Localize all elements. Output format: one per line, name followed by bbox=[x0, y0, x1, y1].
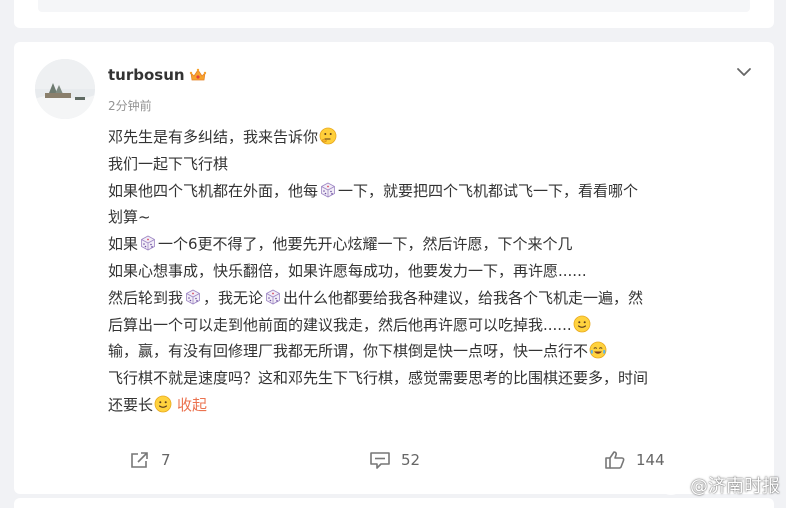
comment-text: 如果他四个飞机都在外面，他每 bbox=[108, 181, 319, 200]
like-count: 144 bbox=[636, 451, 665, 469]
dice-icon bbox=[320, 180, 336, 198]
next-post-card bbox=[14, 498, 774, 508]
tears-of-joy-icon bbox=[589, 341, 607, 359]
avatar[interactable] bbox=[35, 59, 95, 119]
watermark-text: @济南时报 bbox=[690, 476, 780, 497]
comment-card: turbosun 2分钟前 邓先生是有多纠结，我来告诉你 我们一起下飞行棋如果他四… bbox=[14, 42, 774, 494]
username[interactable]: turbosun bbox=[108, 66, 207, 84]
share-button[interactable]: 7 bbox=[129, 450, 171, 470]
slight-smile-icon bbox=[154, 395, 172, 413]
comment-icon bbox=[370, 452, 390, 469]
comment-text: 如果心想事成，快乐翻倍，如果许愿每成功，他要发力一下，再许愿...... bbox=[108, 261, 587, 280]
collapse-link[interactable]: 收起 bbox=[177, 396, 207, 414]
comment-text: 后算出一个可以走到他前面的建议我走，然后他再许愿可以吃掉我...... bbox=[108, 315, 572, 334]
crown-badge-icon bbox=[189, 67, 207, 83]
previous-post-quote bbox=[38, 0, 750, 12]
comment-line: 如果心想事成，快乐翻倍，如果许愿每成功，他要发力一下，再许愿...... bbox=[108, 258, 758, 285]
comment-text: 一下，就要把四个飞机都试飞一下，看看哪个 bbox=[338, 181, 639, 200]
dice-icon bbox=[265, 287, 281, 305]
slight-smile-icon bbox=[573, 315, 591, 333]
watermark: @济南时报 bbox=[660, 472, 780, 498]
comment-text: 然后轮到我 bbox=[108, 288, 184, 307]
comment-text: 出什么他都要给我各种建议，给我各个飞机走一遍，然 bbox=[283, 288, 644, 307]
comment-line: 飞行棋不就是速度吗？这和邓先生下飞行棋，感觉需要思考的比围棋还要多，时间 bbox=[108, 365, 758, 392]
post-time: 2分钟前 bbox=[108, 99, 152, 113]
comment-line: 我们一起下飞行棋 bbox=[108, 151, 758, 178]
thumbs-up-icon bbox=[605, 451, 625, 469]
avatar-image bbox=[35, 59, 95, 119]
comment-text: 飞行棋不就是速度吗？这和邓先生下飞行棋，感觉需要思考的比围棋还要多，时间 bbox=[108, 369, 649, 388]
comment-text: 如果 bbox=[108, 235, 139, 254]
comment-text: 邓先生是有多纠结，我来告诉你 bbox=[108, 128, 319, 146]
comment-line: 邓先生是有多纠结，我来告诉你 bbox=[108, 124, 758, 151]
comment-count: 52 bbox=[401, 451, 421, 469]
previous-post-card bbox=[14, 0, 774, 28]
chevron-down-icon[interactable] bbox=[736, 64, 752, 78]
share-icon bbox=[131, 452, 148, 468]
comment-text: 一个6更不得了，他要先开心炫耀一下，然后许愿，下个来个几 bbox=[158, 235, 573, 254]
comment-text: 输，赢，有没有回修理厂我都无所谓，你下棋倒是快一点呀，快一点行不 bbox=[108, 342, 589, 361]
comment-line: 然后轮到我 ，我无论 出什么他都要给我各种建议，给我各个飞机走一遍，然 bbox=[108, 285, 758, 312]
comment-line: 还要长 收起 bbox=[108, 392, 758, 419]
comment-line: 如果他四个飞机都在外面，他每 一下，就要把四个飞机都试飞一下，看看哪个 bbox=[108, 178, 758, 205]
comment-text: 我们一起下飞行棋 bbox=[108, 154, 229, 173]
like-button[interactable]: 144 bbox=[604, 450, 665, 470]
comment-line: 后算出一个可以走到他前面的建议我走，然后他再许愿可以吃掉我...... bbox=[108, 312, 758, 339]
comment-line: 如果 一个6更不得了，他要先开心炫耀一下，然后许愿，下个来个几 bbox=[108, 231, 758, 258]
comment-text: 还要长 bbox=[108, 395, 154, 414]
comment-button[interactable]: 52 bbox=[369, 450, 420, 470]
thinking-face-icon bbox=[319, 127, 337, 145]
share-count: 7 bbox=[161, 451, 171, 469]
dice-icon bbox=[185, 287, 201, 305]
comment-line: 输，赢，有没有回修理厂我都无所谓，你下棋倒是快一点呀，快一点行不 bbox=[108, 338, 758, 365]
comment-text: 划算~ bbox=[108, 208, 151, 227]
comment-text: ，我无论 bbox=[203, 288, 264, 307]
comment-line: 划算~ bbox=[108, 204, 758, 231]
comment-body: 邓先生是有多纠结，我来告诉你 我们一起下飞行棋如果他四个飞机都在外面，他每 一下，就… bbox=[108, 124, 758, 419]
weibo-logo-icon bbox=[660, 476, 685, 495]
dice-icon bbox=[140, 233, 156, 251]
username-text[interactable]: turbosun bbox=[108, 66, 185, 84]
